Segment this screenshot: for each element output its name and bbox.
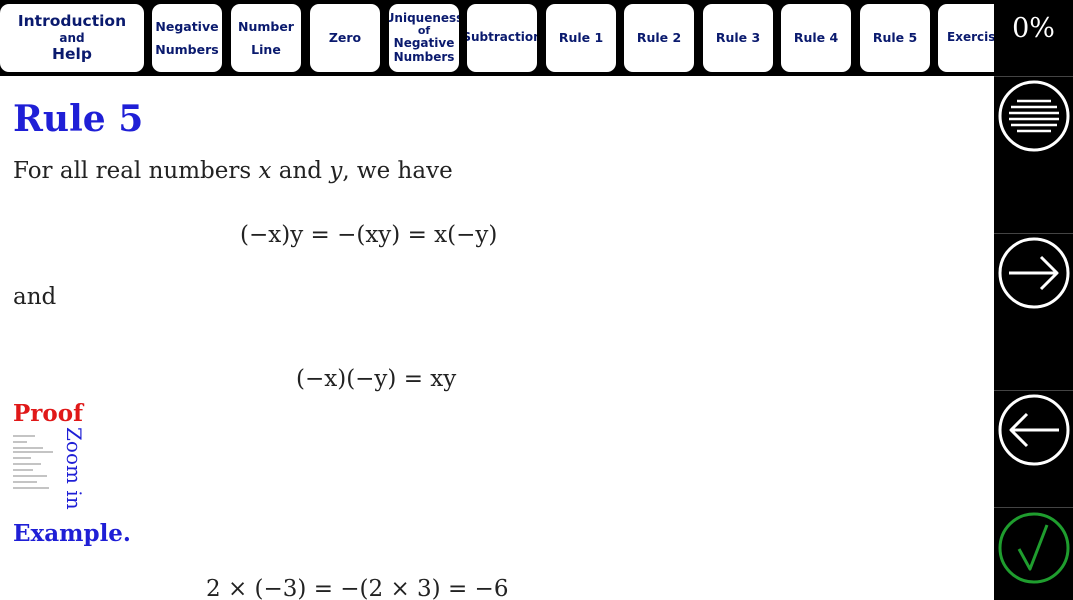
- tab-uniqueness-of-negative-numbers[interactable]: Uniqueness of Negative Numbers: [389, 4, 459, 72]
- tab-rule-5[interactable]: Rule 5: [860, 4, 930, 72]
- rule-statement: For all real numbers x and y, we have: [13, 158, 453, 184]
- tab-subtraction[interactable]: Subtraction: [467, 4, 537, 72]
- statement-text: and: [271, 158, 330, 184]
- proof-thumbnail[interactable]: [13, 432, 63, 494]
- example-heading: Example.: [13, 520, 131, 547]
- statement-text: , we have: [342, 158, 453, 184]
- tab-zero[interactable]: Zero: [310, 4, 380, 72]
- arrow-left-icon: [998, 394, 1069, 466]
- tab-label-line: and: [59, 30, 85, 45]
- tab-label-line: Help: [52, 45, 92, 64]
- tab-number-line[interactable]: Number Line: [231, 4, 301, 72]
- tab-label-line: Negative: [393, 36, 455, 51]
- variable-x: x: [258, 158, 272, 184]
- progress-indicator: 0%: [1012, 13, 1055, 44]
- tab-rule-2[interactable]: Rule 2: [624, 4, 694, 72]
- tab-negative-numbers[interactable]: Negative Numbers: [152, 4, 222, 72]
- proof-link[interactable]: Proof: [13, 400, 83, 427]
- statement-text: For all real numbers: [13, 158, 259, 184]
- tab-label-line: Numbers: [393, 49, 455, 64]
- tab-label-line: Numbers: [155, 42, 219, 57]
- previous-page-button[interactable]: [994, 390, 1073, 469]
- tab-rule-3[interactable]: Rule 3: [703, 4, 773, 72]
- menu-button[interactable]: [994, 76, 1073, 155]
- zoom-in-link[interactable]: Zoom in: [62, 427, 86, 510]
- tab-label-line: Introduction: [17, 12, 127, 31]
- checkmark-icon: [998, 512, 1069, 584]
- tab-rule-4[interactable]: Rule 4: [781, 4, 851, 72]
- tab-label: Zero: [328, 29, 362, 45]
- tab-label: Exercise: [947, 30, 994, 45]
- menu-icon: [998, 80, 1069, 152]
- equation-2: (−x)(−y) = xy: [296, 366, 457, 392]
- variable-y: y: [329, 158, 343, 184]
- tab-label: Rule 5: [872, 29, 918, 45]
- and-text: and: [13, 284, 57, 310]
- arrow-right-icon: [998, 237, 1069, 309]
- tab-label: Rule 2: [636, 29, 682, 45]
- tab-label: Rule 1: [558, 29, 604, 45]
- right-sidebar: 0%: [994, 0, 1073, 600]
- next-page-button[interactable]: [994, 233, 1073, 312]
- tab-rule-1[interactable]: Rule 1: [546, 4, 616, 72]
- top-navigation-bar: Introduction and Help Negative Numbers N…: [0, 0, 994, 76]
- tab-introduction-and-help[interactable]: Introduction and Help: [0, 4, 144, 72]
- tab-exercise[interactable]: Exercise: [938, 4, 994, 72]
- tab-label: Rule 3: [715, 29, 761, 45]
- equation-1: (−x)y = −(xy) = x(−y): [240, 222, 498, 248]
- tab-label-line: Number: [238, 18, 294, 34]
- example-equation: 2 × (−3) = −(2 × 3) = −6: [206, 576, 509, 600]
- page-title: Rule 5: [13, 98, 144, 140]
- tab-label-line: Line: [251, 42, 281, 57]
- main-content: Rule 5 For all real numbers x and y, we …: [0, 76, 994, 600]
- tab-label: Subtraction: [467, 30, 537, 45]
- tab-label-line: Negative: [155, 18, 219, 34]
- check-answers-button[interactable]: [994, 507, 1073, 588]
- tab-label: Rule 4: [793, 29, 839, 45]
